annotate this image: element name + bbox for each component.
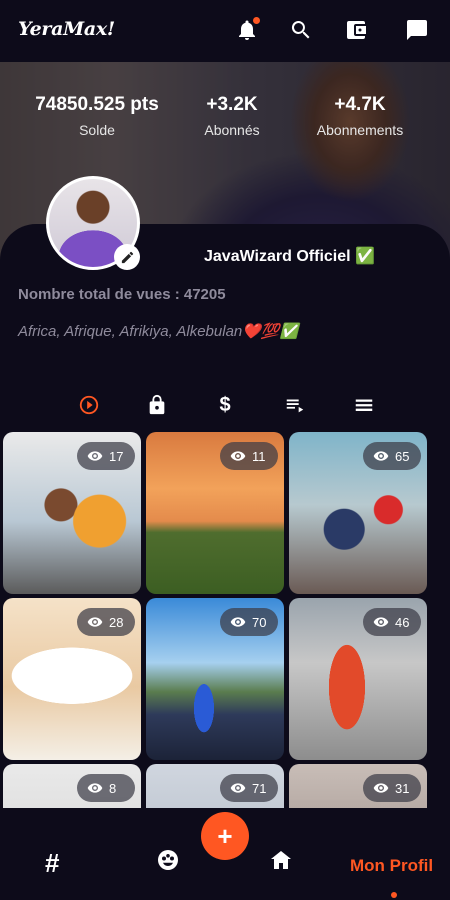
menu-icon <box>355 399 373 411</box>
view-count-badge: 71 <box>220 774 278 802</box>
tab-private[interactable] <box>144 392 170 418</box>
view-count: 8 <box>109 780 117 796</box>
view-count-badge: 70 <box>220 608 278 636</box>
search-button[interactable] <box>287 16 315 44</box>
home-icon <box>271 851 291 869</box>
video-thumbnail[interactable]: 70 <box>146 598 284 760</box>
view-count: 46 <box>395 614 410 630</box>
active-nav-indicator <box>391 892 397 898</box>
eye-icon <box>87 617 103 627</box>
nav-explore[interactable]: # <box>45 848 59 879</box>
hashtag-icon: # <box>45 848 60 878</box>
nav-profile-label: Mon Profil <box>350 856 434 875</box>
community-icon <box>158 850 178 870</box>
video-thumbnail[interactable]: 28 <box>3 598 141 760</box>
profile-bio: Africa, Afrique, Afrikiya, Alkebulan❤️💯✅ <box>18 323 299 340</box>
eye-icon <box>87 783 103 793</box>
view-count: 65 <box>395 448 410 464</box>
view-count-badge: 17 <box>77 442 135 470</box>
top-bar: YeraMax! <box>0 0 450 62</box>
messages-button[interactable] <box>403 16 431 44</box>
wallet-icon <box>347 21 366 39</box>
view-count: 71 <box>252 780 267 796</box>
video-thumbnail[interactable]: 11 <box>146 432 284 594</box>
view-count: 28 <box>109 614 124 630</box>
video-thumbnail[interactable]: 46 <box>289 598 427 760</box>
tab-playlist[interactable] <box>282 392 308 418</box>
create-post-button[interactable]: + <box>201 812 249 860</box>
playlist-icon <box>286 399 304 413</box>
tab-videos[interactable] <box>76 392 102 418</box>
view-count-badge: 8 <box>77 774 135 802</box>
video-thumbnail[interactable]: 17 <box>3 432 141 594</box>
balance-label: Solde <box>79 122 115 138</box>
plus-icon: + <box>217 820 233 851</box>
eye-icon <box>87 451 103 461</box>
profile-username: JavaWizard Officiel ✅ <box>204 248 375 265</box>
view-count-badge: 31 <box>363 774 421 802</box>
eye-icon <box>230 451 246 461</box>
view-count: 17 <box>109 448 124 464</box>
eye-icon <box>230 617 246 627</box>
nav-home[interactable] <box>269 848 293 872</box>
lock-icon <box>149 394 165 415</box>
dollar-icon: $ <box>219 393 231 416</box>
view-count: 31 <box>395 780 410 796</box>
eye-icon <box>373 783 389 793</box>
video-thumbnail[interactable]: 65 <box>289 432 427 594</box>
view-count-badge: 28 <box>77 608 135 636</box>
view-count: 70 <box>252 614 267 630</box>
tab-paid[interactable]: $ <box>212 392 238 418</box>
view-count-badge: 46 <box>363 608 421 636</box>
app-logo: YeraMax! <box>18 18 115 40</box>
nav-my-profile[interactable]: Mon Profil <box>350 856 433 876</box>
content-tabs: $ <box>0 390 450 420</box>
eye-icon <box>373 451 389 461</box>
wallet-button[interactable] <box>342 16 370 44</box>
pencil-icon <box>121 251 133 263</box>
chat-icon <box>407 20 427 40</box>
following-value: +4.7K <box>334 94 386 115</box>
balance-stat[interactable]: 74850.525 pts Solde <box>22 94 172 138</box>
notifications-button[interactable] <box>233 16 261 44</box>
notification-dot <box>253 17 260 24</box>
view-count: 11 <box>252 448 266 464</box>
following-stat[interactable]: +4.7K Abonnements <box>285 94 435 138</box>
following-label: Abonnements <box>316 122 404 138</box>
play-circle-icon <box>79 395 99 415</box>
nav-community[interactable] <box>156 848 180 872</box>
eye-icon <box>230 783 246 793</box>
balance-value: 74850.525 pts <box>35 94 159 115</box>
total-views: Nombre total de vues : 47205 <box>18 286 226 303</box>
view-count-badge: 11 <box>220 442 278 470</box>
search-icon <box>291 21 310 39</box>
edit-avatar-button[interactable] <box>114 244 140 270</box>
eye-icon <box>373 617 389 627</box>
tab-list[interactable] <box>351 392 377 418</box>
view-count-badge: 65 <box>363 442 421 470</box>
